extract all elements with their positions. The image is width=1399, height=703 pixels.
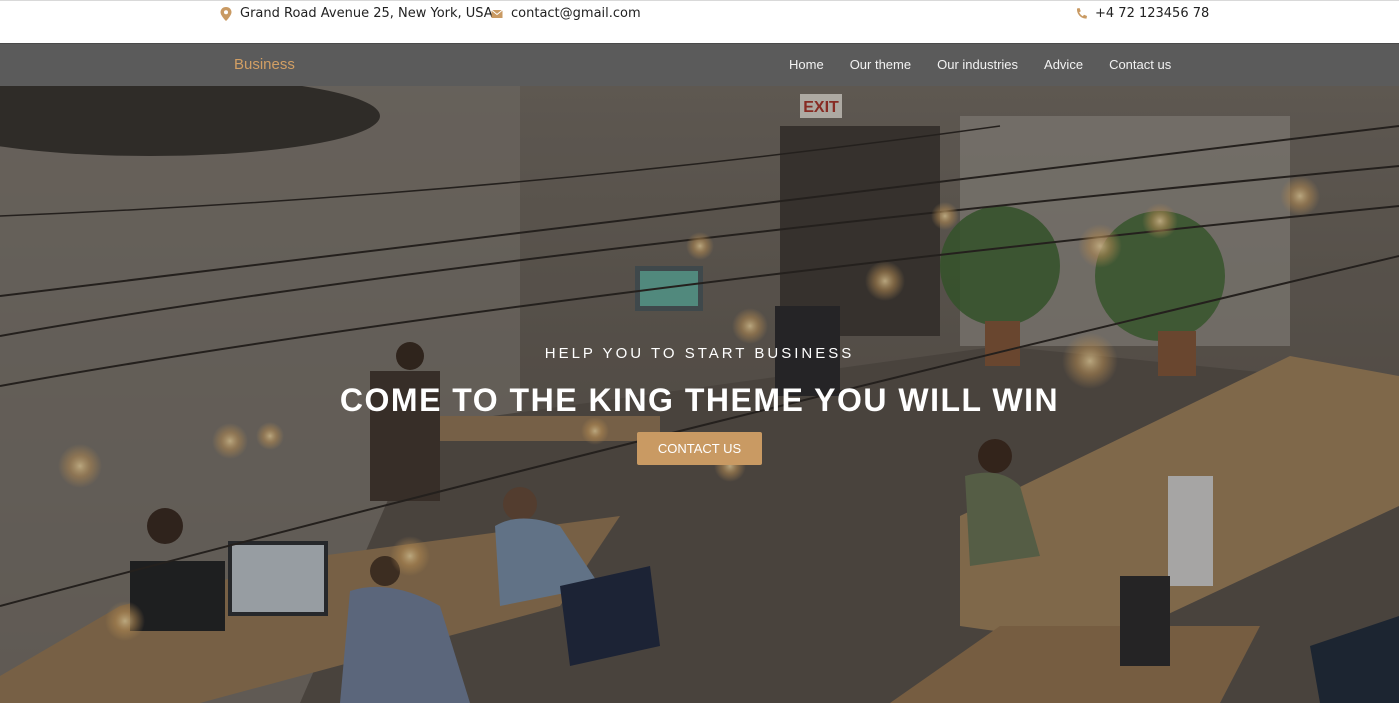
- brand-logo-link[interactable]: Business: [234, 56, 295, 73]
- phone-text[interactable]: +4 72 123456 78: [1095, 6, 1209, 21]
- nav-link-our-theme[interactable]: Our theme: [850, 57, 911, 72]
- nav-link-contact-us[interactable]: Contact us: [1109, 57, 1171, 72]
- phone-info: +4 72 123456 78: [1075, 6, 1209, 21]
- main-navbar: Business Home Our theme Our industries A…: [0, 43, 1399, 86]
- email-link[interactable]: contact@gmail.com: [511, 6, 641, 21]
- envelope-icon: [491, 9, 503, 18]
- address-text: Grand Road Avenue 25, New York, USA: [240, 6, 493, 21]
- nav-link-our-industries[interactable]: Our industries: [937, 57, 1018, 72]
- nav-link-home[interactable]: Home: [789, 57, 824, 72]
- address-info: Grand Road Avenue 25, New York, USA: [220, 6, 493, 21]
- email-info: contact@gmail.com: [491, 6, 641, 21]
- hero-subtitle: HELP YOU TO START BUSINESS: [544, 345, 855, 362]
- contact-us-button[interactable]: CONTACT US: [637, 432, 762, 465]
- top-info-bar: Grand Road Avenue 25, New York, USA cont…: [0, 0, 1399, 43]
- phone-icon: [1076, 7, 1087, 19]
- map-pin-icon: [220, 6, 232, 21]
- hero-title: COME TO THE KING THEME YOU WILL WIN: [339, 382, 1060, 418]
- nav-menu: Home Our theme Our industries Advice Con…: [776, 57, 1184, 72]
- hero-section: EXIT HELP YOU TO START BUSINESS COME TO …: [0, 86, 1399, 703]
- nav-link-advice[interactable]: Advice: [1044, 57, 1083, 72]
